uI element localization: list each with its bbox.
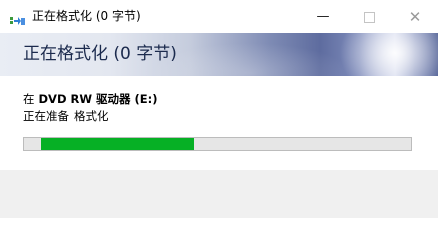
- close-icon: ✕: [408, 8, 422, 26]
- drive-name: DVD RW 驱动器 (E:): [38, 92, 158, 106]
- status-stage: 正在准备: [23, 109, 69, 123]
- drive-prefix: 在: [23, 92, 35, 106]
- progress-bar: [23, 137, 412, 151]
- format-drive-icon: [10, 11, 25, 25]
- progress-bar-fill: [41, 138, 195, 150]
- dialog-footer: [0, 170, 438, 218]
- maximize-button: [346, 0, 392, 33]
- format-dialog-window: 正在格式化 (0 字节) — ✕ 正在格式化 (0 字节) 在 DVD RW 驱动…: [0, 0, 438, 218]
- drive-line: 在 DVD RW 驱动器 (E:): [23, 92, 158, 107]
- minimize-icon: —: [316, 9, 330, 24]
- status-action: 格式化: [74, 109, 109, 123]
- header-banner: 正在格式化 (0 字节): [0, 33, 438, 76]
- banner-title: 正在格式化 (0 字节): [23, 44, 177, 64]
- window-title: 正在格式化 (0 字节): [32, 9, 141, 23]
- minimize-button[interactable]: —: [300, 0, 346, 33]
- title-bar[interactable]: 正在格式化 (0 字节) — ✕: [0, 0, 438, 33]
- status-line: 正在准备 格式化: [23, 109, 109, 124]
- maximize-icon: [363, 12, 375, 23]
- close-button[interactable]: ✕: [392, 0, 438, 33]
